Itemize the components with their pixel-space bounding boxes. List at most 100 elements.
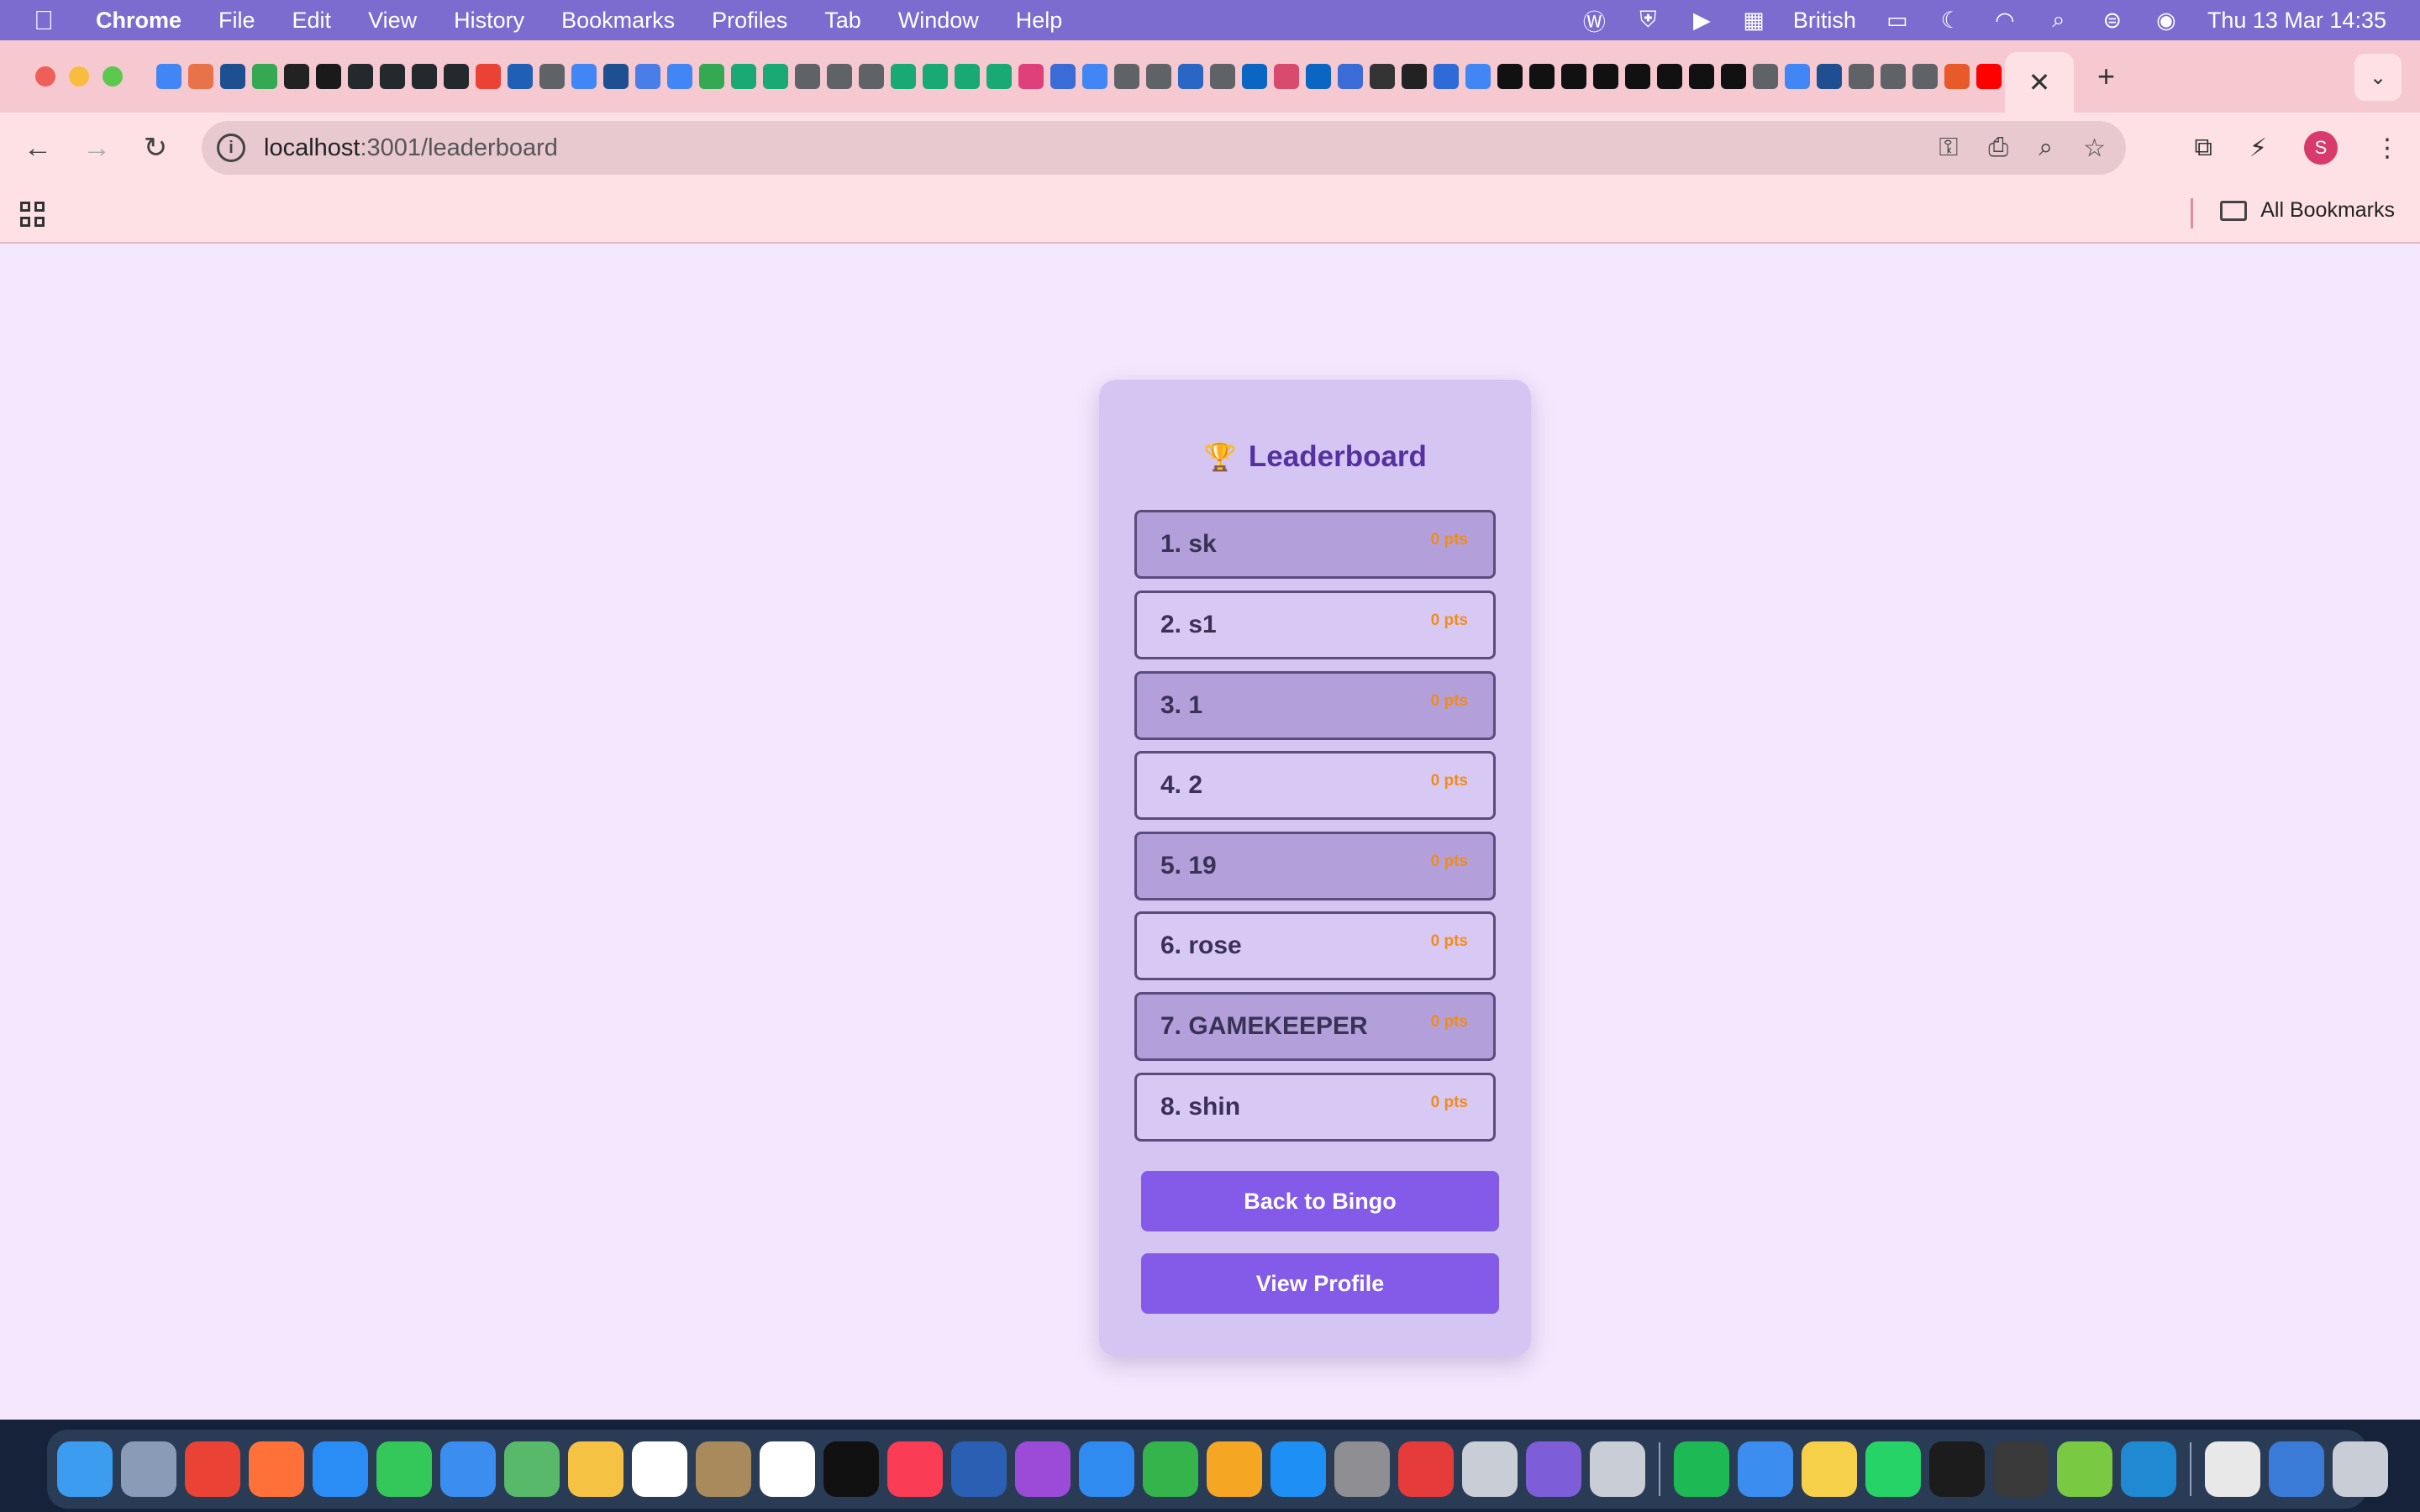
help-icon[interactable] [1462,1441,1518,1497]
tab-favicon-icon[interactable] [986,64,1012,89]
tab-favicon-icon[interactable] [220,64,245,89]
tab-favicon-icon[interactable] [1242,64,1267,89]
tab-favicon-icon[interactable] [635,64,660,89]
tab-favicon-icon[interactable] [1849,64,1874,89]
tab-favicon-icon[interactable] [1050,64,1076,89]
tab-favicon-icon[interactable] [508,64,533,89]
tab-favicon-icon[interactable] [1785,64,1810,89]
apple-tv-icon[interactable] [823,1441,879,1497]
launchpad-icon[interactable] [121,1441,176,1497]
tab-favicon-icon[interactable] [1881,64,1906,89]
minimize-window-button[interactable] [69,66,89,87]
tab-favicon-icon[interactable] [188,64,213,89]
wifi-icon[interactable]: ◠ [1992,8,2018,33]
whatsapp-icon[interactable] [1865,1441,1921,1497]
tab-favicon-icon[interactable] [444,64,469,89]
tab-favicon-icon[interactable] [1114,64,1139,89]
url-text[interactable]: localhost:3001/leaderboard [264,134,558,162]
tab-favicon-icon[interactable] [1689,64,1714,89]
mail-icon[interactable] [440,1441,496,1497]
view-profile-button[interactable]: View Profile [1141,1253,1499,1314]
chrome-icon[interactable] [185,1441,240,1497]
globe-icon[interactable] [2269,1441,2324,1497]
close-tab-icon[interactable]: ✕ [2028,66,2051,98]
tab-favicon-icon[interactable] [955,64,980,89]
tab-favicon-icon[interactable] [923,64,948,89]
menu-app-name[interactable]: Chrome [96,8,182,34]
tab-favicon-icon[interactable] [1018,64,1044,89]
tab-favicon-icon[interactable] [252,64,277,89]
tab-favicon-icon[interactable] [476,64,501,89]
tab-favicon-icon[interactable] [1976,64,2002,89]
system-settings-icon[interactable] [1334,1441,1390,1497]
menu-window[interactable]: Window [898,8,979,34]
messages-icon[interactable] [376,1441,432,1497]
reminders-icon[interactable] [760,1441,815,1497]
tab-favicon-icon[interactable] [603,64,629,89]
tab-favicon-icon[interactable] [859,64,884,89]
tab-favicon-icon[interactable] [1082,64,1107,89]
site-info-icon[interactable]: i [217,134,245,162]
tab-search-button[interactable]: ⌄ [2354,54,2402,101]
tab-favicon-icon[interactable] [763,64,788,89]
tab-favicon-icon[interactable] [1178,64,1203,89]
address-bar[interactable]: i localhost:3001/leaderboard ⚿ ⎙ ⌕ ☆ [202,121,2126,175]
finder-disk-icon[interactable] [1590,1441,1645,1497]
play-status-icon[interactable]: ▶ [1689,8,1714,33]
zoom-window-button[interactable] [103,66,123,87]
tab-favicon-icon[interactable] [1753,64,1778,89]
maps-icon[interactable] [504,1441,560,1497]
siri-icon[interactable]: ◉ [2154,8,2179,33]
tab-favicon-icon[interactable] [1561,64,1586,89]
tab-favicon-icon[interactable] [1146,64,1171,89]
input-source-label[interactable]: British [1793,8,1856,34]
tab-favicon-icon[interactable] [1593,64,1618,89]
all-bookmarks-button[interactable]: All Bookmarks [2220,198,2395,223]
notes-icon[interactable] [1802,1441,1857,1497]
control-center-icon[interactable]: ⊜ [2100,8,2125,33]
apps-grid-icon[interactable] [20,202,45,227]
wps-icon[interactable] [1398,1441,1454,1497]
input-source-flag-icon[interactable]: ▦ [1743,8,1765,34]
chrome-menu-icon[interactable]: ⋮ [2375,134,2400,163]
photos-icon[interactable] [568,1441,623,1497]
tab-favicon-icon[interactable] [1817,64,1842,89]
spotify-icon[interactable] [1674,1441,1729,1497]
firefox-icon[interactable] [249,1441,304,1497]
app-store-icon[interactable] [1270,1441,1326,1497]
music-icon[interactable] [887,1441,943,1497]
menu-bookmarks[interactable]: Bookmarks [561,8,675,34]
proxy-icon[interactable] [1738,1441,1793,1497]
forward-button[interactable]: → [67,132,126,165]
back-button[interactable]: ← [8,132,67,165]
tab-favicon-icon[interactable] [827,64,852,89]
wordpress-status-icon[interactable]: Ⓦ [1581,8,1607,35]
terminal-icon[interactable] [1929,1441,1985,1497]
word-icon[interactable] [951,1441,1007,1497]
new-tab-button[interactable]: + [2097,59,2115,94]
profile-avatar[interactable]: S [2304,131,2338,165]
menu-view[interactable]: View [368,8,417,34]
menu-tab[interactable]: Tab [824,8,861,34]
close-window-button[interactable] [35,66,55,87]
numbers-icon[interactable] [1143,1441,1198,1497]
tab-favicon-icon[interactable] [699,64,724,89]
tab-favicon-icon[interactable] [316,64,341,89]
tab-favicon-icon[interactable] [1274,64,1299,89]
bookmark-star-icon[interactable]: ☆ [2083,134,2106,163]
pencil-icon[interactable] [2057,1441,2112,1497]
warp-icon[interactable] [1993,1441,2049,1497]
tab-favicon-icon[interactable] [156,64,182,89]
finder-icon[interactable] [57,1441,113,1497]
shield-status-icon[interactable]: ⛨ [1635,7,1660,33]
tab-favicon-icon[interactable] [1210,64,1235,89]
menu-edit[interactable]: Edit [292,8,332,34]
tab-favicon-icon[interactable] [1529,64,1555,89]
menu-file[interactable]: File [218,8,255,34]
tab-favicon-icon[interactable] [1306,64,1331,89]
calendar-icon[interactable] [632,1441,687,1497]
podcasts-icon[interactable] [1015,1441,1071,1497]
menu-help[interactable]: Help [1016,8,1063,34]
tab-favicon-icon[interactable] [667,64,692,89]
keynote-icon[interactable] [1079,1441,1134,1497]
